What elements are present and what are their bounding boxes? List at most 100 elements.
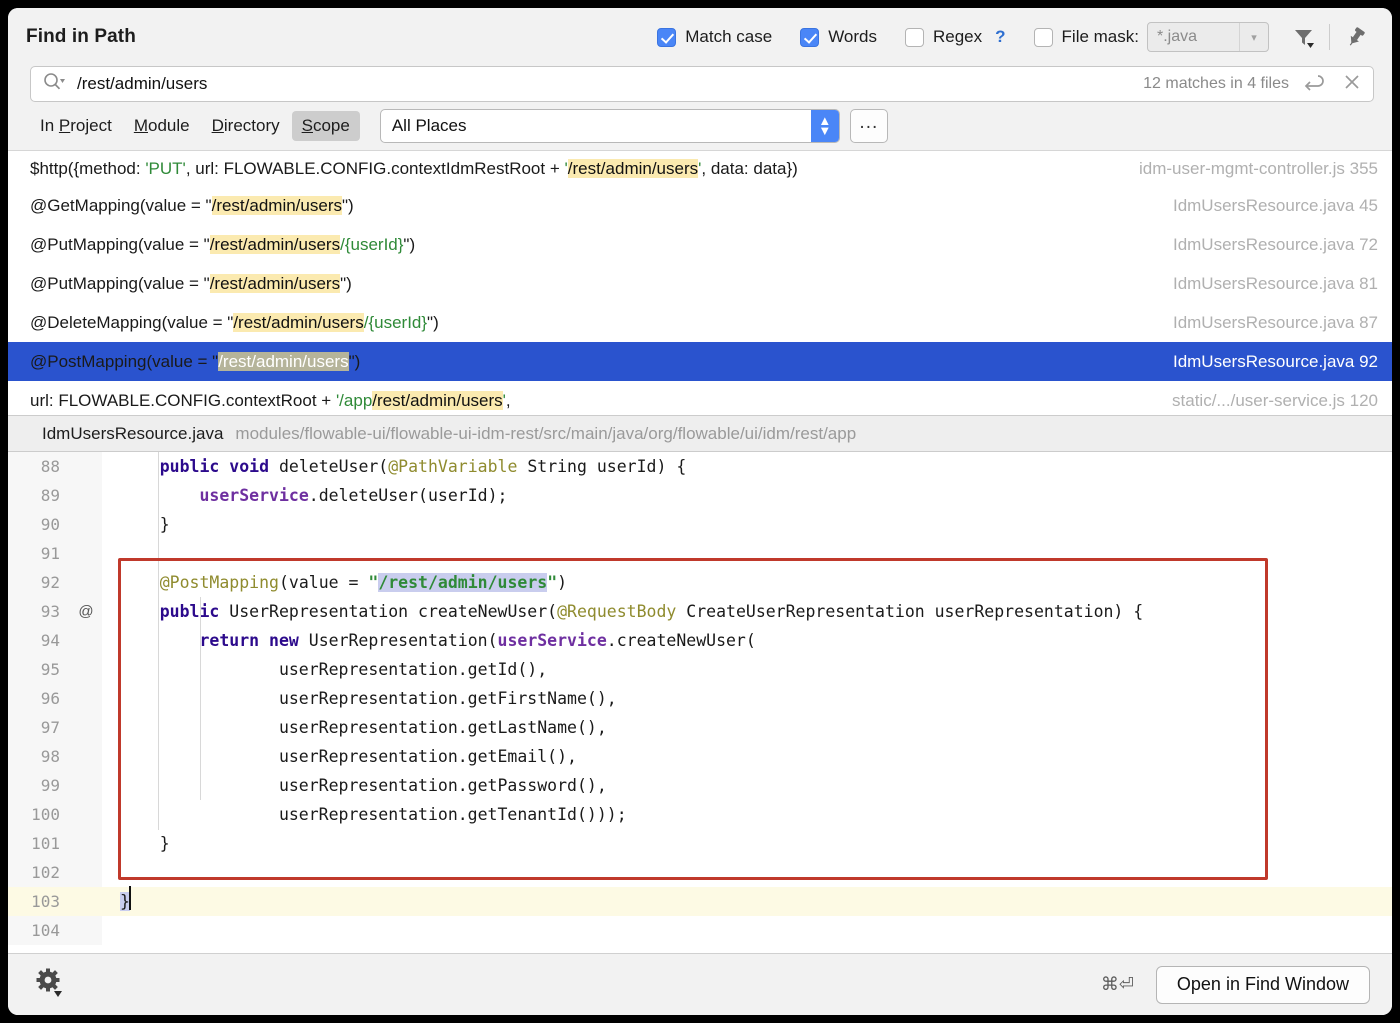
code-line[interactable]: 91 — [8, 539, 1392, 568]
regex-checkbox[interactable] — [905, 28, 924, 47]
option-regex[interactable]: Regex ? — [905, 27, 1006, 47]
code-line[interactable]: 92 @PostMapping(value = "/rest/admin/use… — [8, 568, 1392, 597]
line-number: 103 — [8, 887, 70, 916]
code-line[interactable]: 90 } — [8, 510, 1392, 539]
result-row[interactable]: url: FLOWABLE.CONFIG.contextRoot + '/app… — [8, 381, 1392, 415]
scope-tab-scope[interactable]: Scope — [292, 111, 360, 141]
code-line[interactable]: 94 return new UserRepresentation(userSer… — [8, 626, 1392, 655]
gutter-spacer — [70, 626, 102, 655]
code-line-text: userRepresentation.getEmail(), — [102, 747, 1392, 766]
pin-icon[interactable] — [1336, 18, 1376, 56]
file-mask-label: File mask: — [1062, 27, 1139, 47]
code-span: public — [160, 602, 230, 621]
scope-tab-directory[interactable]: Directory — [202, 111, 290, 141]
code-line[interactable]: 96 userRepresentation.getFirstName(), — [8, 684, 1392, 713]
code-span: String userId) { — [517, 457, 686, 476]
scope-select[interactable]: All Places ▲ ▼ — [380, 109, 840, 143]
rerun-search-icon[interactable] — [1303, 72, 1327, 96]
code-line-text: userRepresentation.getFirstName(), — [102, 689, 1392, 708]
code-span: UserRepresentation( — [309, 631, 498, 650]
gutter-spacer — [70, 713, 102, 742]
search-query-text[interactable]: /rest/admin/users — [77, 74, 1143, 94]
regex-help-icon[interactable]: ? — [995, 27, 1005, 47]
file-mask-checkbox[interactable] — [1034, 28, 1053, 47]
result-row-file: idm-user-mgmt-controller.js 355 — [1123, 159, 1378, 179]
find-in-path-dialog: Find in Path Match case Words Regex ? Fi… — [8, 8, 1392, 1015]
result-text-span: ") — [342, 196, 354, 215]
result-row[interactable]: @PutMapping(value = "/rest/admin/users")… — [8, 264, 1392, 303]
result-text-span: @DeleteMapping(value = " — [30, 313, 233, 332]
gutter-spacer — [70, 568, 102, 597]
line-number: 96 — [8, 684, 70, 713]
result-row-text: $http({method: 'PUT', url: FLOWABLE.CONF… — [30, 159, 1123, 179]
filter-icon[interactable] — [1283, 18, 1323, 56]
code-span: userRepresentation.getLastName(), — [120, 718, 607, 737]
code-line-text: userRepresentation.getLastName(), — [102, 718, 1392, 737]
code-line[interactable]: 95 userRepresentation.getId(), — [8, 655, 1392, 684]
settings-gear-icon[interactable] — [34, 966, 66, 1003]
open-in-find-window-button[interactable]: Open in Find Window — [1156, 966, 1370, 1004]
match-highlight: /rest/admin/users — [372, 391, 502, 410]
result-text-span: ") — [340, 274, 352, 293]
result-row[interactable]: @PutMapping(value = "/rest/admin/users/{… — [8, 225, 1392, 264]
code-preview[interactable]: 88 public void deleteUser(@PathVariable … — [8, 452, 1392, 953]
code-line[interactable]: 104 — [8, 916, 1392, 945]
code-span: userRepresentation.getEmail(), — [120, 747, 577, 766]
close-icon[interactable] — [1343, 73, 1361, 96]
code-span: (value = — [279, 573, 368, 592]
code-line[interactable]: 93@ public UserRepresentation createNewU… — [8, 597, 1392, 626]
search-input[interactable]: /rest/admin/users 12 matches in 4 files — [30, 66, 1374, 102]
match-case-checkbox[interactable] — [657, 28, 676, 47]
code-span: } — [120, 834, 170, 853]
code-line[interactable]: 103} — [8, 887, 1392, 916]
option-file-mask[interactable]: File mask: — [1034, 27, 1139, 47]
scope-tabs-row: In Project Module Directory Scope All Pl… — [8, 102, 1392, 150]
code-line-text: userRepresentation.getTenantId())); — [102, 805, 1392, 824]
code-line[interactable]: 89 userService.deleteUser(userId); — [8, 481, 1392, 510]
result-row[interactable]: @GetMapping(value = "/rest/admin/users")… — [8, 186, 1392, 225]
code-span: return new — [199, 631, 308, 650]
scope-tab-module[interactable]: Module — [124, 111, 200, 141]
result-text-span: 'PUT' — [145, 159, 186, 178]
scope-more-button[interactable]: ... — [850, 109, 888, 143]
chevron-down-icon[interactable]: ▾ — [1239, 23, 1268, 51]
code-line[interactable]: 88 public void deleteUser(@PathVariable … — [8, 452, 1392, 481]
gutter-spacer — [70, 742, 102, 771]
result-row[interactable]: @PostMapping(value = "/rest/admin/users"… — [8, 342, 1392, 381]
result-text-span: /{userId} — [340, 235, 403, 254]
result-row[interactable]: @DeleteMapping(value = "/rest/admin/user… — [8, 303, 1392, 342]
keyboard-shortcut-hint: ⌘⏎ — [1101, 974, 1134, 995]
code-line[interactable]: 97 userRepresentation.getLastName(), — [8, 713, 1392, 742]
dialog-header: Find in Path Match case Words Regex ? Fi… — [8, 8, 1392, 66]
result-row-file: IdmUsersResource.java 72 — [1157, 235, 1378, 255]
header-divider — [1329, 24, 1330, 50]
match-highlight: /rest/admin/users — [233, 313, 363, 332]
line-number: 92 — [8, 568, 70, 597]
code-line[interactable]: 101 } — [8, 829, 1392, 858]
code-span: userRepresentation.getPassword(), — [120, 776, 607, 795]
gutter-spacer — [70, 916, 102, 945]
result-text-span: , url: FLOWABLE.CONFIG.contextIdmRestRoo… — [186, 159, 565, 178]
line-number: 94 — [8, 626, 70, 655]
code-line[interactable]: 100 userRepresentation.getTenantId())); — [8, 800, 1392, 829]
result-row[interactable]: $http({method: 'PUT', url: FLOWABLE.CONF… — [8, 151, 1392, 186]
annotation-gutter-marker[interactable]: @ — [70, 597, 102, 626]
line-number: 102 — [8, 858, 70, 887]
code-span: userRepresentation.getFirstName(), — [120, 689, 617, 708]
results-list[interactable]: $http({method: 'PUT', url: FLOWABLE.CONF… — [8, 150, 1392, 415]
scope-tab-in-project[interactable]: In Project — [30, 111, 122, 141]
chevron-down-icon: ▼ — [818, 126, 831, 136]
code-line[interactable]: 98 userRepresentation.getEmail(), — [8, 742, 1392, 771]
scope-select-stepper[interactable]: ▲ ▼ — [811, 110, 839, 142]
result-text-span: ") — [427, 313, 439, 332]
option-match-case[interactable]: Match case — [657, 27, 772, 47]
option-words[interactable]: Words — [800, 27, 877, 47]
result-text-span: '/app — [336, 391, 372, 410]
code-line[interactable]: 102 — [8, 858, 1392, 887]
file-mask-combobox[interactable]: *.java ▾ — [1147, 22, 1269, 52]
code-line[interactable]: 99 userRepresentation.getPassword(), — [8, 771, 1392, 800]
result-row-file: IdmUsersResource.java 87 — [1157, 313, 1378, 333]
result-row-file: IdmUsersResource.java 81 — [1157, 274, 1378, 294]
search-icon[interactable] — [43, 72, 65, 96]
words-checkbox[interactable] — [800, 28, 819, 47]
